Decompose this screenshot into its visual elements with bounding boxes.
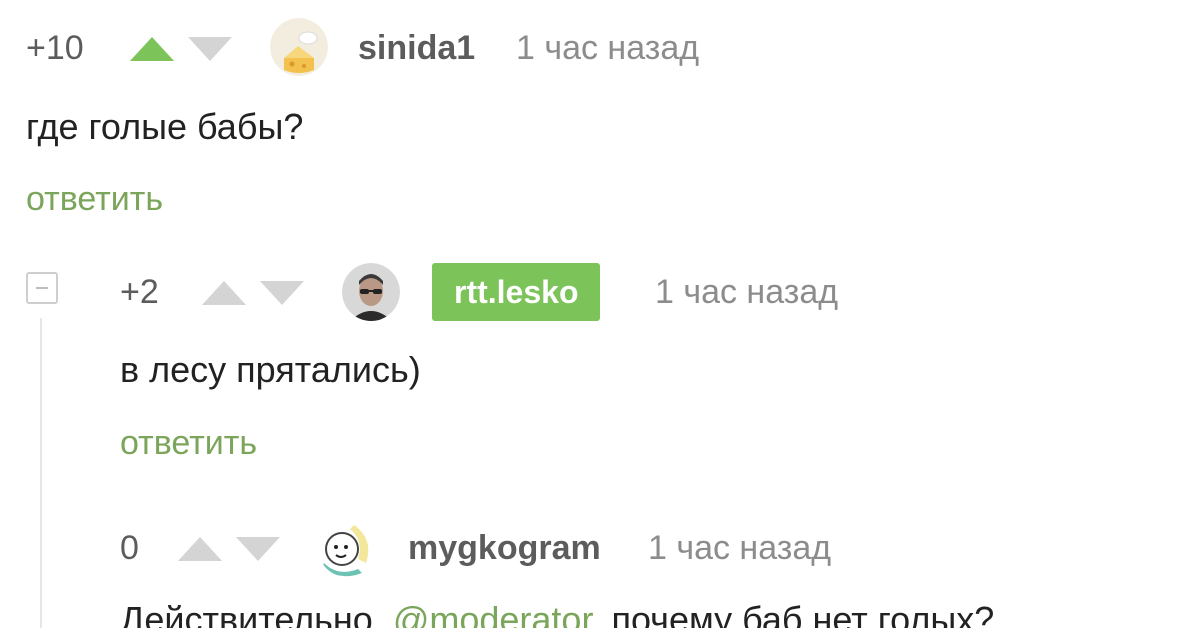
comment-rating: 0 bbox=[120, 529, 139, 567]
downvote-arrow-icon[interactable] bbox=[260, 281, 304, 305]
reply-button[interactable]: ответить bbox=[26, 182, 163, 216]
comment-text-after: , почему баб нет голых? bbox=[591, 599, 995, 628]
comment-text: в лесу прятались) bbox=[120, 349, 421, 390]
comment-timestamp[interactable]: 1 час назад bbox=[516, 31, 699, 65]
comment-text: где голые бабы? bbox=[26, 106, 304, 147]
man-sunglasses-avatar-icon[interactable] bbox=[342, 263, 400, 321]
downvote-arrow-icon[interactable] bbox=[236, 537, 280, 561]
comment-text: Действительно, @moderator, почему баб не… bbox=[120, 602, 994, 628]
minus-icon bbox=[36, 287, 48, 289]
comment-rating: +10 bbox=[26, 29, 84, 67]
thread-line[interactable] bbox=[40, 318, 42, 628]
comment-username[interactable]: sinida1 bbox=[358, 31, 475, 65]
upvote-arrow-icon[interactable] bbox=[130, 37, 174, 61]
collapse-thread-button[interactable] bbox=[26, 272, 58, 304]
comments-thread: +10 sinida1 1 час назад где голые бабы? … bbox=[0, 0, 1200, 628]
comment-text-before: Действительно, bbox=[120, 599, 393, 628]
author-username-badge[interactable]: rtt.lesko bbox=[432, 263, 601, 321]
downvote-arrow-icon[interactable] bbox=[188, 37, 232, 61]
mention-link[interactable]: @moderator bbox=[393, 599, 592, 628]
upvote-arrow-icon[interactable] bbox=[178, 537, 222, 561]
comment-rating: +2 bbox=[120, 273, 159, 311]
upvote-arrow-icon[interactable] bbox=[202, 281, 246, 305]
cheese-avatar-icon[interactable] bbox=[270, 18, 328, 76]
comment-timestamp[interactable]: 1 час назад bbox=[648, 531, 831, 565]
reply-button[interactable]: ответить bbox=[120, 426, 257, 460]
comment-timestamp[interactable]: 1 час назад bbox=[655, 275, 838, 309]
cartoon-face-avatar-icon[interactable] bbox=[318, 519, 376, 577]
comment-username[interactable]: mygkogram bbox=[408, 531, 601, 565]
